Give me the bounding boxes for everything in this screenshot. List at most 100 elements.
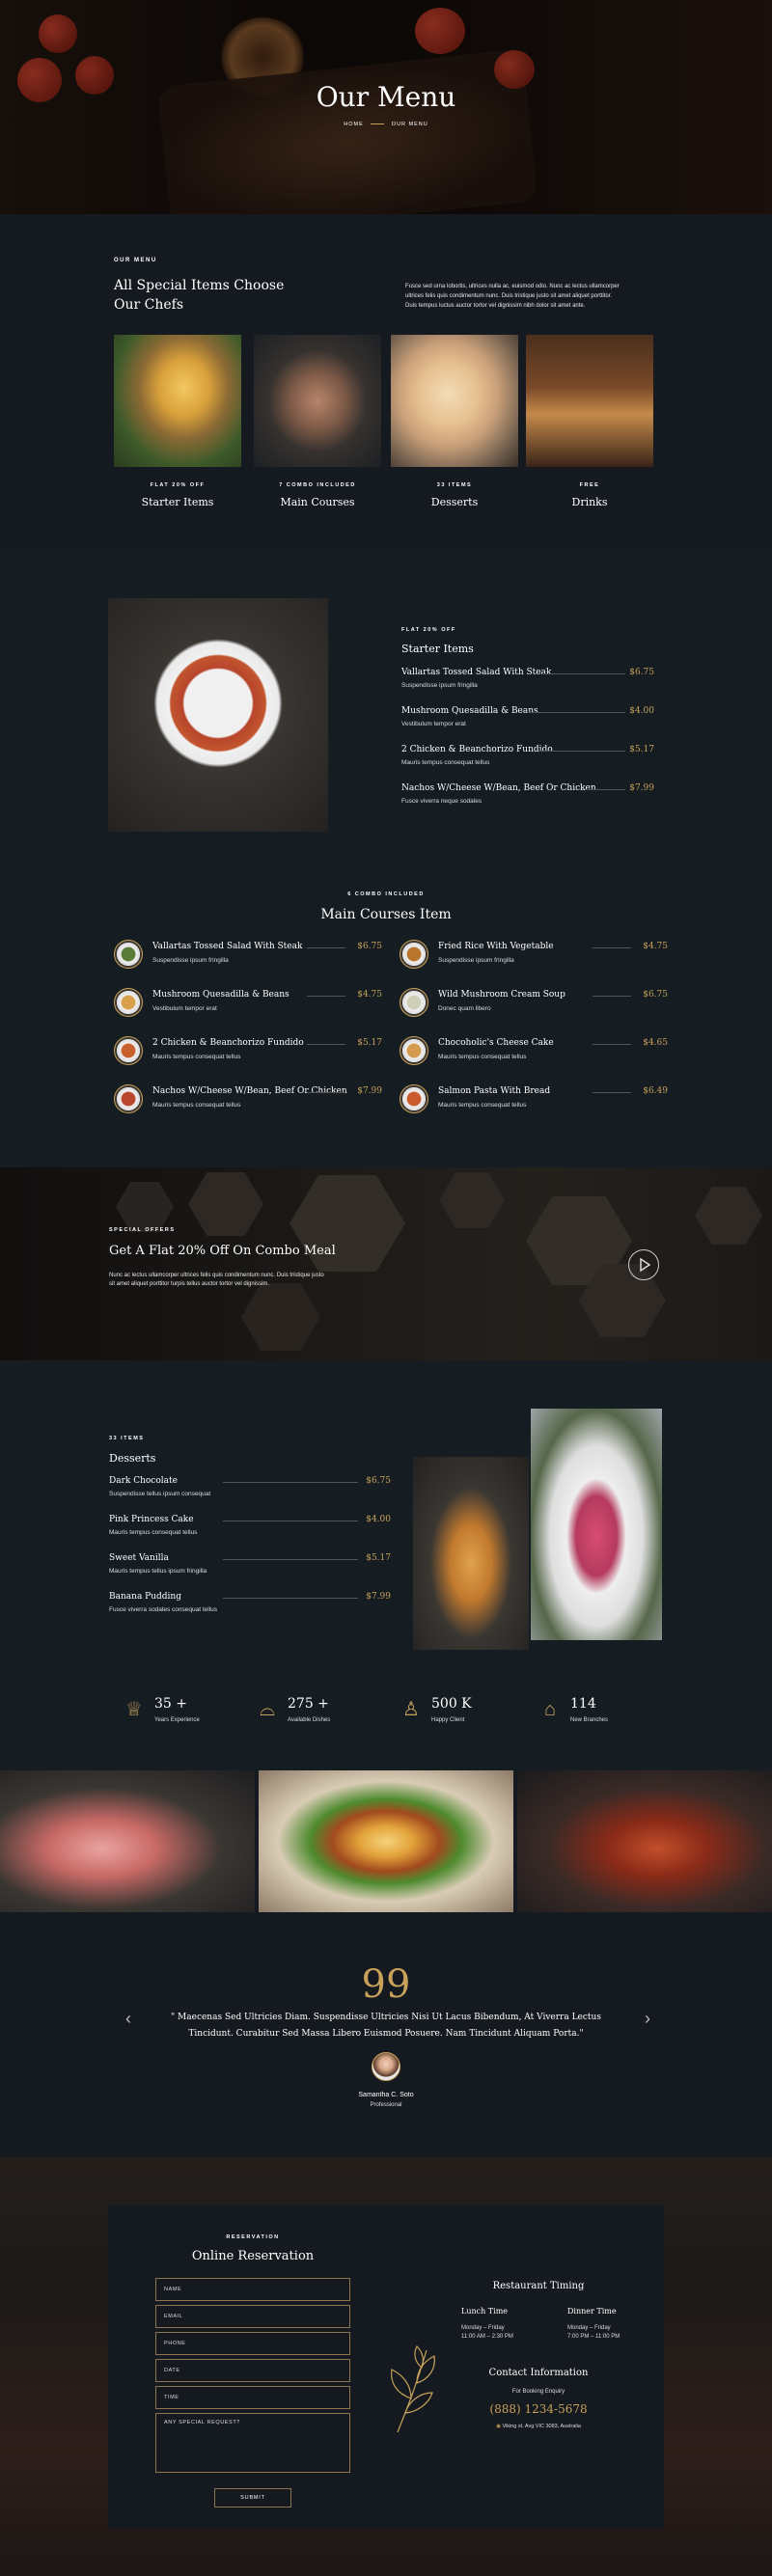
intro-heading-line: Our Chefs: [114, 297, 184, 313]
item-divider: [593, 1044, 631, 1045]
main-course-item[interactable]: Salmon Pasta With Bread $6.49 Mauris tempu…: [400, 1084, 668, 1117]
category-card-desserts[interactable]: 33 ITEMS Desserts: [391, 335, 518, 528]
special-request-field[interactable]: ANY SPECIAL REQUEST?: [155, 2413, 350, 2473]
item-description: Suspendisse ipsum fringilla: [401, 682, 478, 689]
dish-thumbnail: [114, 1036, 143, 1065]
breadcrumb-current: OUR MENU: [391, 122, 428, 127]
play-icon: [639, 1257, 650, 1272]
dinner-hours: 7:00 PM – 11:00 PM: [567, 2334, 620, 2340]
dish-thumbnail: [400, 940, 428, 969]
food-gallery: [0, 1770, 772, 1912]
stats-section: ♕ 35 + Years Experience ⌓ 275 + Available Dis…: [0, 1650, 772, 1770]
main-course-item[interactable]: Nachos W/Cheese W/Bean, Beef Or Chicken $…: [114, 1084, 382, 1117]
main-course-item[interactable]: 2 Chicken & Beanchorizo Fundido $5.17 Maur…: [114, 1036, 382, 1069]
dessert-item[interactable]: Dark Chocolate $6.75 Suspendisse tellus ip…: [109, 1476, 391, 1505]
item-name: Vallartas Tossed Salad With Steak: [401, 668, 552, 677]
booking-phone[interactable]: (888) 1234-5678: [461, 2402, 616, 2416]
item-divider: [223, 1598, 358, 1599]
item-price: $4.65: [643, 1038, 668, 1048]
email-field-placeholder: EMAIL: [164, 2314, 183, 2319]
date-field[interactable]: DATE: [155, 2359, 350, 2382]
lunch-hours: 11:00 AM – 2:30 PM: [461, 2334, 513, 2340]
avatar: [372, 2052, 400, 2081]
desserts-kicker: 33 ITEMS: [109, 1436, 145, 1441]
testimonial-quote-line: " Maecenas Sed Ultricies Diam. Suspendis…: [171, 2013, 601, 2022]
stat-item: ♙ 500 K Happy Client: [400, 1696, 525, 1735]
intro-heading-line: All Special Items Choose: [114, 278, 285, 293]
gallery-image-meats[interactable]: [0, 1770, 255, 1912]
dinner-title: Dinner Time: [567, 2307, 617, 2316]
offer-title: Get A Flat 20% Off On Combo Meal: [109, 1244, 336, 1258]
item-price: $7.99: [629, 783, 654, 793]
date-field-placeholder: DATE: [164, 2368, 180, 2373]
item-description: Mauris tempus consequat tellus: [438, 1102, 527, 1109]
item-divider: [223, 1559, 358, 1560]
item-price: $4.75: [357, 990, 382, 1000]
email-field[interactable]: EMAIL: [155, 2305, 350, 2328]
reservation-kicker: RESERVATION: [226, 2234, 280, 2240]
time-field[interactable]: TIME: [155, 2386, 350, 2409]
phone-field[interactable]: PHONE: [155, 2332, 350, 2355]
category-badge: FREE: [579, 482, 600, 488]
main-course-item[interactable]: Chocoholic's Cheese Cake $4.65 Mauris temp…: [400, 1036, 668, 1069]
item-divider: [542, 673, 625, 674]
stat-label: Happy Client: [431, 1717, 465, 1723]
phone-field-placeholder: PHONE: [164, 2341, 186, 2346]
main-courses-kicker: 6 COMBO INCLUDED: [347, 891, 425, 897]
dessert-item[interactable]: Sweet Vanilla $5.17 Mauris tempus tellus i…: [109, 1553, 391, 1582]
testimonial-author: Samantha C. Soto: [358, 2092, 414, 2098]
offer-text-line: sit amet aliquet porttitor turpis tellus…: [109, 1281, 270, 1287]
gallery-image-wine[interactable]: [517, 1770, 772, 1912]
item-divider: [538, 751, 625, 752]
submit-button[interactable]: SUBMIT: [214, 2488, 291, 2507]
gallery-image-burger[interactable]: [259, 1770, 513, 1912]
main-course-item[interactable]: Mushroom Quesadilla & Beans $4.75 Vestibul…: [114, 988, 382, 1021]
item-price: $6.75: [366, 1476, 391, 1486]
item-divider: [307, 1092, 345, 1093]
item-price: $6.75: [629, 668, 654, 677]
item-name: Pink Princess Cake: [109, 1515, 194, 1524]
item-divider: [593, 947, 631, 948]
item-name: Wild Mushroom Cream Soup: [438, 990, 565, 1000]
stat-label: Available Dishes: [288, 1717, 331, 1723]
dessert-item[interactable]: Banana Pudding $7.99 Fusce viverra sodales…: [109, 1592, 391, 1621]
item-name: Chocoholic's Cheese Cake: [438, 1038, 554, 1048]
category-card-drinks[interactable]: FREE Drinks: [526, 335, 653, 528]
stat-number: 275 +: [288, 1696, 329, 1712]
main-course-item[interactable]: Wild Mushroom Cream Soup $6.75 Donec quam …: [400, 988, 668, 1021]
item-description: Suspendisse tellus ipsum consequat: [109, 1491, 211, 1497]
main-course-item[interactable]: Fried Rice With Vegetable $4.75 Suspendiss…: [400, 940, 668, 973]
main-courses-section: 6 COMBO INCLUDED Main Courses Item Valla…: [0, 841, 772, 1167]
breadcrumb-home-link[interactable]: HOME: [344, 122, 364, 127]
play-video-button[interactable]: [628, 1249, 659, 1280]
name-field[interactable]: NAME: [155, 2278, 350, 2301]
category-card-main-courses[interactable]: 7 COMBO INCLUDED Main Courses: [254, 335, 381, 528]
dish-thumbnail: [400, 988, 428, 1017]
starter-item[interactable]: Vallartas Tossed Salad With Steak $6.75 …: [401, 668, 654, 697]
starter-item[interactable]: Nachos W/Cheese W/Bean, Beef Or Chicken …: [401, 783, 654, 812]
starter-item[interactable]: 2 Chicken & Beanchorizo Fundido $5.17 Ma…: [401, 745, 654, 774]
dinner-days: Monday – Friday: [567, 2325, 611, 2331]
intro-text-line: Duis tempus luctus auctor tortor vel dig…: [405, 303, 586, 309]
category-title: Drinks: [571, 496, 608, 508]
item-divider: [307, 947, 345, 948]
main-course-item[interactable]: Vallartas Tossed Salad With Steak $6.75 Su…: [114, 940, 382, 973]
contact-title: Contact Information: [488, 2368, 589, 2378]
item-price: $4.00: [366, 1515, 391, 1524]
category-card-starters[interactable]: FLAT 20% OFF Starter Items: [114, 335, 241, 528]
special-request-placeholder: ANY SPECIAL REQUEST?: [164, 2420, 240, 2425]
starter-item[interactable]: Mushroom Quesadilla & Beans $4.00 Vestib…: [401, 706, 654, 735]
dish-thumbnail: [400, 1036, 428, 1065]
item-price: $7.99: [357, 1086, 382, 1096]
breadcrumb-separator: [371, 123, 385, 125]
main-courses-title: Main Courses Item: [320, 907, 452, 922]
item-price: $4.75: [643, 942, 668, 951]
item-price: $7.99: [366, 1592, 391, 1602]
item-price: $6.75: [643, 990, 668, 1000]
dish-thumbnail: [400, 1084, 428, 1113]
item-name: Vallartas Tossed Salad With Steak: [152, 942, 303, 951]
item-description: Mauris tempus consequat tellus: [401, 759, 490, 766]
raspberry-dessert-image: [531, 1409, 662, 1640]
item-price: $6.75: [357, 942, 382, 951]
dessert-item[interactable]: Pink Princess Cake $4.00 Mauris tempus con…: [109, 1515, 391, 1544]
